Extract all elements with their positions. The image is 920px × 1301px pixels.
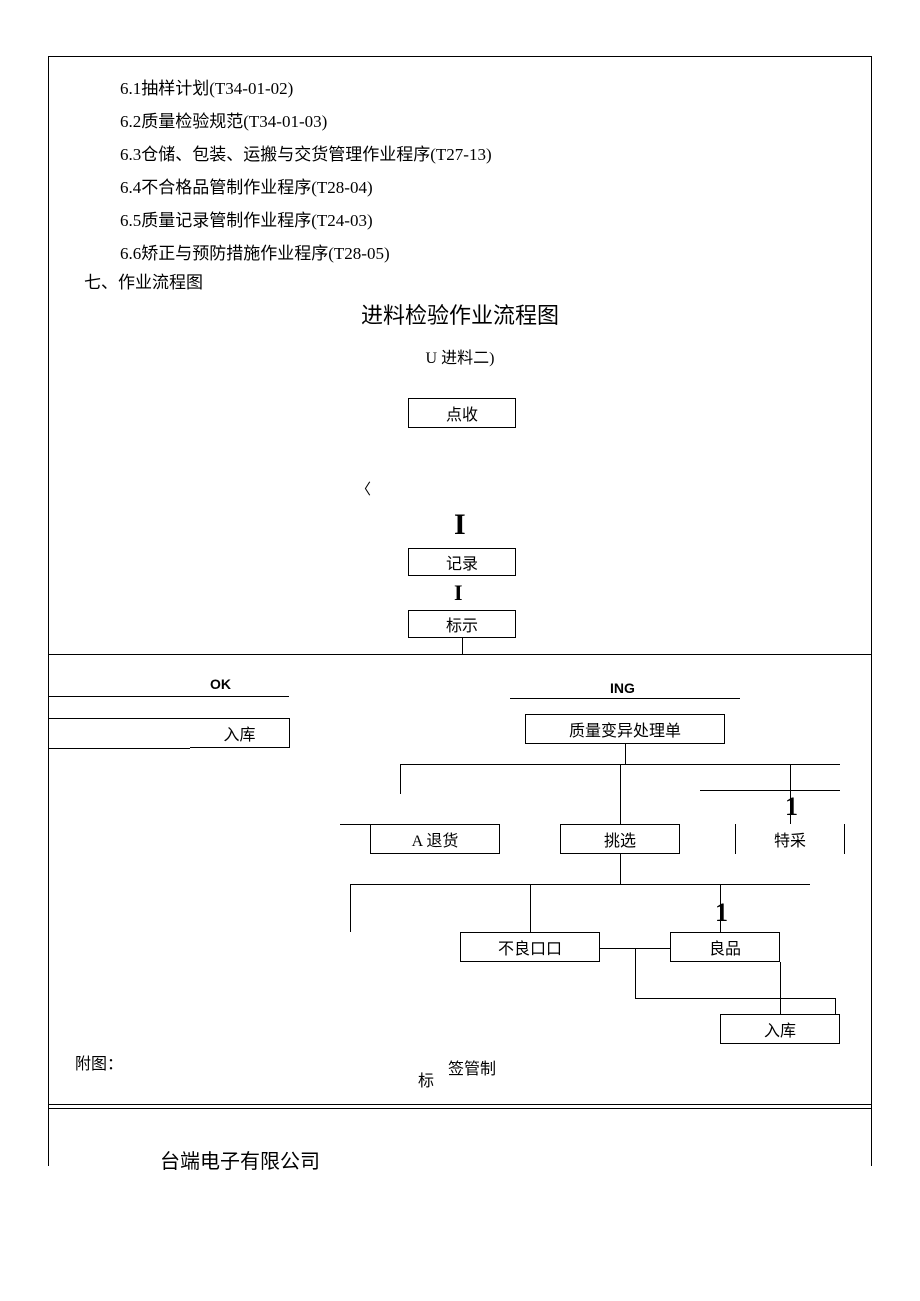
node-tiaoxuan: 挑选 [560, 824, 680, 854]
footer-fujian: 附图： [75, 1050, 123, 1074]
connector [350, 884, 351, 932]
connector [49, 748, 190, 749]
node-liangpin: 良品 [670, 932, 780, 962]
list-item: 6.3仓储、包装、运搬与交货管理作业程序(T27-13) [120, 138, 492, 171]
node-tuihuo: A 退货 [370, 824, 500, 854]
node-label: 良品 [709, 935, 741, 959]
company-name: 台端电子有限公司 [160, 1145, 320, 1174]
connector [620, 854, 621, 884]
connector [49, 654, 872, 655]
connector [350, 884, 810, 885]
connector [49, 718, 190, 719]
label-ing: ING [610, 680, 635, 696]
marker-one: 1 [785, 792, 798, 822]
divider [49, 1104, 872, 1105]
marker-I: I [454, 508, 466, 542]
node-label: 特采 [774, 827, 806, 851]
divider [49, 1108, 872, 1109]
connector [620, 764, 621, 824]
connector [400, 764, 401, 794]
node-tecai: 特采 [735, 824, 845, 854]
connector [530, 884, 531, 932]
connector [635, 948, 636, 998]
connector [510, 698, 740, 699]
section-heading: 七、作业流程图 [84, 268, 203, 293]
node-ruku-bottom: 入库 [720, 1014, 840, 1044]
footer-biao: 标 [418, 1067, 434, 1091]
connector [780, 962, 781, 1014]
list-item: 6.4不合格品管制作业程序(T28-04) [120, 171, 492, 204]
connector [635, 998, 835, 999]
node-dianshou: 点收 [408, 398, 516, 428]
footer-qian: 签管制 [448, 1055, 496, 1079]
node-buliang: 不良口口 [460, 932, 600, 962]
flowchart-subtitle: U 进料二) [0, 344, 920, 368]
node-label: 记录 [446, 550, 478, 574]
node-jilu: 记录 [408, 548, 516, 576]
node-label: 点收 [446, 401, 478, 425]
connector [625, 744, 626, 764]
node-bianyi: 质量变异处理单 [525, 714, 725, 744]
connector [49, 696, 289, 697]
node-label: 质量变异处理单 [569, 717, 681, 741]
angle-mark: 〈 [356, 478, 371, 499]
node-label: 不良口口 [498, 935, 562, 959]
marker-I: I [454, 580, 463, 606]
node-label: 挑选 [604, 827, 636, 851]
connector [700, 790, 840, 791]
node-label: 入库 [764, 1017, 796, 1041]
reference-list: 6.1抽样计划(T34-01-02) 6.2质量检验规范(T34-01-03) … [120, 72, 492, 270]
connector [462, 638, 463, 654]
flowchart-title: 进料检验作业流程图 [0, 298, 920, 330]
node-label: 入库 [223, 721, 255, 745]
connector [340, 824, 370, 825]
list-item: 6.5质量记录管制作业程序(T24-03) [120, 204, 492, 237]
list-item: 6.2质量检验规范(T34-01-03) [120, 105, 492, 138]
connector [835, 998, 836, 1014]
node-biaoshi: 标示 [408, 610, 516, 638]
list-item: 6.1抽样计划(T34-01-02) [120, 72, 492, 105]
node-ruku-left: 入库 [190, 718, 290, 748]
list-item: 6.6矫正与预防措施作业程序(T28-05) [120, 237, 492, 270]
marker-one: 1 [715, 898, 728, 928]
label-ok: OK [210, 676, 231, 692]
node-label: 标示 [446, 612, 478, 636]
node-label: A 退货 [412, 827, 459, 851]
